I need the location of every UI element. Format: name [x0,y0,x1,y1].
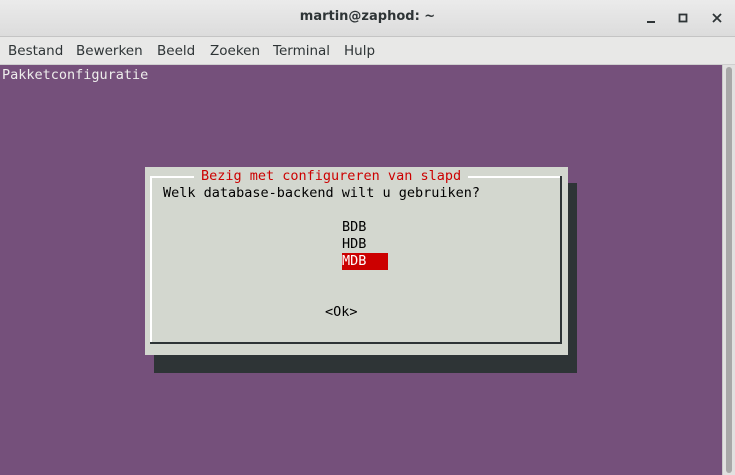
menu-bestand[interactable]: Bestand [8,43,63,59]
option-mdb-selected[interactable]: MDB [342,253,388,270]
menu-terminal[interactable]: Terminal [273,43,330,59]
config-dialog: Bezig met configureren van slapd Welk da… [145,167,568,355]
dialog-title: Bezig met configureren van slapd [194,168,469,185]
menu-bar: Bestand Bewerken Beeld Zoeken Terminal H… [0,37,735,65]
dialog-frame-left [150,176,152,343]
terminal-area[interactable]: Pakketconfiguratie Bezig met configurere… [0,65,722,475]
terminal-scrollbar[interactable] [722,65,735,475]
window-title: martin@zaphod: ~ [299,9,436,24]
menu-hulp[interactable]: Hulp [344,43,375,59]
ok-button[interactable]: <Ok> [325,304,358,321]
terminal-heading: Pakketconfiguratie [2,67,149,83]
option-hdb[interactable]: HDB [342,236,366,253]
dialog-frame-bottom [150,342,562,344]
close-icon[interactable] [706,8,728,28]
minimize-icon[interactable] [640,8,662,28]
menu-zoeken[interactable]: Zoeken [210,43,260,59]
dialog-frame-right [560,176,562,344]
dialog-question: Welk database-backend wilt u gebruiken? [163,185,480,201]
scrollbar-thumb[interactable] [726,67,732,473]
menu-bewerken[interactable]: Bewerken [76,43,143,59]
menu-beeld[interactable]: Beeld [157,43,195,59]
option-bdb[interactable]: BDB [342,219,366,236]
maximize-icon[interactable] [672,8,694,28]
window-titlebar[interactable]: martin@zaphod: ~ [0,0,735,37]
